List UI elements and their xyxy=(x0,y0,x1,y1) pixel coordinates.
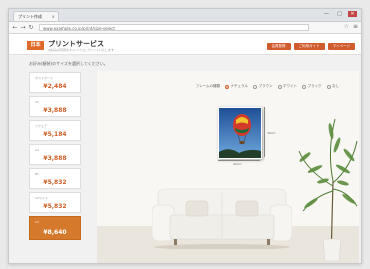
close-icon[interactable]: ✕ xyxy=(348,11,357,17)
page: プリント作成 × — □ ✕ ← → ↻ www.example.co.jp/p… xyxy=(0,0,370,269)
artwork-preview-image xyxy=(218,107,262,159)
size-option[interactable]: A4ワイド ¥5,832 xyxy=(29,192,81,213)
size-option[interactable]: スクエア ¥5,184 xyxy=(29,120,81,141)
frame-options-title: フレームの種類 xyxy=(195,84,220,88)
reload-icon[interactable]: ↻ xyxy=(28,23,34,32)
size-price: ¥5,184 xyxy=(43,131,67,138)
radio-icon[interactable] xyxy=(326,84,331,89)
tab-close-icon[interactable]: × xyxy=(52,12,55,21)
size-option[interactable]: ポストカード ¥2,484 xyxy=(29,72,81,93)
frame-option-natural[interactable]: ナチュラル xyxy=(225,84,248,89)
width-dimension-label: 42cm xyxy=(233,162,242,166)
size-price: ¥2,484 xyxy=(43,83,67,90)
maximize-icon[interactable]: □ xyxy=(335,11,344,17)
header-button-mypage[interactable]: マイページ xyxy=(327,43,355,50)
browser-window: プリント作成 × — □ ✕ ← → ↻ www.example.co.jp/p… xyxy=(8,8,362,264)
header-button-register[interactable]: 会員登録 xyxy=(266,43,291,50)
size-price: ¥5,832 xyxy=(43,179,67,186)
size-list: ポストカード ¥2,484 A5 ¥3,888 スクエア ¥5,184 A4 ¥… xyxy=(29,72,81,243)
site-subtitle: お好みの写真をキャンバスにプリントいたします xyxy=(48,48,115,52)
size-price: ¥3,888 xyxy=(43,107,67,114)
size-label: スクエア xyxy=(35,124,48,128)
size-label: A4ワイド xyxy=(35,196,48,200)
size-option[interactable]: B5 ¥5,832 xyxy=(29,168,81,189)
minimize-icon[interactable]: — xyxy=(322,11,331,17)
radio-icon[interactable] xyxy=(277,84,282,89)
frame-option-none[interactable]: なし xyxy=(326,84,339,89)
tab-title: プリント作成 xyxy=(18,14,42,19)
frame-option-label: ブラック xyxy=(307,84,322,88)
nav-buttons: ← → ↻ xyxy=(12,23,34,32)
browser-tab[interactable]: プリント作成 × xyxy=(13,11,59,21)
frame-option-label: ホワイト xyxy=(283,84,297,88)
size-label: ポストカード xyxy=(35,76,54,80)
size-label: A5 xyxy=(35,100,39,104)
instruction-text: お好み(額装)のサイズを選択してください。 xyxy=(29,61,108,66)
bookmark-star-icon[interactable]: ☆ xyxy=(344,23,349,30)
frame-option-white[interactable]: ホワイト xyxy=(277,84,297,89)
frame-option-black[interactable]: ブラック xyxy=(302,84,322,89)
height-dimension-line xyxy=(264,107,265,157)
sofa-image xyxy=(152,188,292,249)
size-option[interactable]: A5 ¥3,888 xyxy=(29,96,81,117)
site-logo[interactable]: 日本 xyxy=(27,41,44,50)
plant-image xyxy=(298,118,358,261)
address-bar: ← → ↻ www.example.co.jp/print/size-selec… xyxy=(9,22,361,34)
height-dimension-label: 30cm xyxy=(267,131,276,135)
size-label: A3 xyxy=(35,220,39,224)
size-label: A4 xyxy=(35,148,39,152)
size-price: ¥8,640 xyxy=(43,229,67,236)
url-input[interactable]: www.example.co.jp/print/size-select xyxy=(39,24,309,31)
size-price: ¥3,888 xyxy=(43,155,67,162)
frame-option-brown[interactable]: ブラウン xyxy=(253,84,273,89)
frame-option-label: ブラウン xyxy=(258,84,273,88)
site-header: 日本 プリントサービス お好みの写真をキャンバスにプリントいたします 会員登録 … xyxy=(9,34,361,55)
browser-menu-icon[interactable]: ≡ xyxy=(353,23,358,30)
size-label: B5 xyxy=(35,172,39,176)
size-price: ¥5,832 xyxy=(43,203,67,210)
header-buttons: 会員登録 ご利用ガイド マイページ xyxy=(266,43,355,50)
radio-icon[interactable] xyxy=(253,84,257,89)
width-dimension-line xyxy=(218,160,260,161)
room-preview: フレームの種類 ナチュラル ブラウン ホワイト ブラック なし 42cm 30c… xyxy=(97,71,359,263)
header-button-guide[interactable]: ご利用ガイド xyxy=(293,43,325,50)
radio-selected-icon[interactable] xyxy=(225,84,229,89)
size-option[interactable]: A4 ¥3,888 xyxy=(29,144,81,165)
size-option-selected[interactable]: A3 ¥8,640 xyxy=(29,216,81,240)
radio-icon[interactable] xyxy=(302,84,306,89)
tab-strip: プリント作成 × — □ ✕ xyxy=(9,9,361,22)
back-icon[interactable]: ← xyxy=(12,23,18,32)
frame-option-label: ナチュラル xyxy=(230,84,249,88)
frame-option-label: なし xyxy=(332,84,339,88)
forward-icon[interactable]: → xyxy=(20,23,26,32)
main-content: お好み(額装)のサイズを選択してください。 ポストカード ¥2,484 A5 ¥… xyxy=(9,55,361,263)
frame-options: フレームの種類 ナチュラル ブラウン ホワイト ブラック なし xyxy=(196,84,339,89)
window-controls: — □ ✕ xyxy=(322,11,357,17)
